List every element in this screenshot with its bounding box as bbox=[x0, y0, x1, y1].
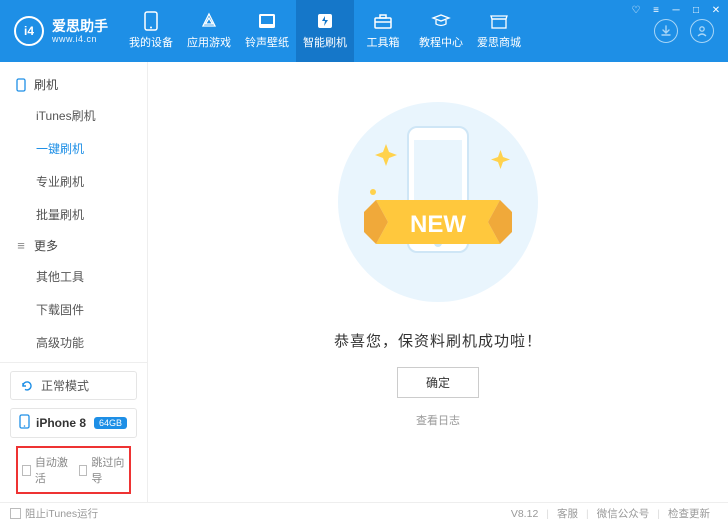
sidebar-item-pro-flash[interactable]: 专业刷机 bbox=[0, 165, 147, 198]
nav-label: 应用游戏 bbox=[187, 34, 231, 50]
sidebar-item-itunes-flash[interactable]: iTunes刷机 bbox=[0, 99, 147, 132]
checkbox-icon bbox=[22, 465, 31, 476]
sidebar-item-other-tools[interactable]: 其他工具 bbox=[0, 260, 147, 293]
wechat-link[interactable]: 微信公众号 bbox=[589, 506, 658, 521]
tutorial-icon bbox=[431, 12, 451, 30]
toolbox-icon bbox=[373, 12, 393, 30]
window-controls: ♡ ≡ ─ □ ✕ bbox=[630, 4, 722, 16]
success-message: 恭喜您，保资料刷机成功啦！ bbox=[334, 330, 542, 351]
view-log-link[interactable]: 查看日志 bbox=[416, 412, 460, 428]
sidebar-item-batch-flash[interactable]: 批量刷机 bbox=[0, 198, 147, 231]
nav-my-device[interactable]: 我的设备 bbox=[122, 0, 180, 62]
nav-apps[interactable]: 应用游戏 bbox=[180, 0, 238, 62]
device-phone-icon bbox=[19, 414, 30, 432]
checkbox-label: 自动激活 bbox=[35, 454, 69, 486]
customer-service-link[interactable]: 客服 bbox=[549, 506, 586, 521]
flash-icon bbox=[315, 12, 335, 30]
nav-tutorials[interactable]: 教程中心 bbox=[412, 0, 470, 62]
nav-label: 教程中心 bbox=[419, 34, 463, 50]
nav-toolbox[interactable]: 工具箱 bbox=[354, 0, 412, 62]
sidebar-group-flash: 刷机 bbox=[0, 70, 147, 99]
nav-ringtones[interactable]: 铃声壁纸 bbox=[238, 0, 296, 62]
refresh-icon bbox=[19, 378, 35, 394]
checkbox-icon bbox=[79, 465, 88, 476]
nav-label: 工具箱 bbox=[367, 34, 400, 50]
device-mode-row[interactable]: 正常模式 bbox=[10, 371, 137, 400]
checkbox-label: 阻止iTunes运行 bbox=[25, 506, 98, 521]
store-icon bbox=[489, 12, 509, 30]
phone-icon bbox=[14, 78, 28, 92]
sidebar: 刷机 iTunes刷机 一键刷机 专业刷机 批量刷机 ≡ 更多 其他工具 下载固… bbox=[0, 62, 148, 502]
version-label: V8.12 bbox=[503, 508, 546, 520]
sidebar-scroll: 刷机 iTunes刷机 一键刷机 专业刷机 批量刷机 ≡ 更多 其他工具 下载固… bbox=[0, 62, 147, 362]
nav-label: 我的设备 bbox=[129, 34, 173, 50]
nav-store[interactable]: 爱思商城 bbox=[470, 0, 528, 62]
maximize-icon[interactable]: □ bbox=[690, 4, 702, 16]
nav-label: 铃声壁纸 bbox=[245, 34, 289, 50]
nav-label: 智能刷机 bbox=[303, 34, 347, 50]
user-button[interactable] bbox=[690, 19, 714, 43]
storage-badge: 64GB bbox=[94, 417, 127, 429]
app-body: 刷机 iTunes刷机 一键刷机 专业刷机 批量刷机 ≡ 更多 其他工具 下载固… bbox=[0, 62, 728, 502]
device-icon bbox=[141, 12, 161, 30]
nav-smart-flash[interactable]: 智能刷机 bbox=[296, 0, 354, 62]
block-itunes-checkbox[interactable]: 阻止iTunes运行 bbox=[10, 506, 98, 521]
device-row[interactable]: iPhone 8 64GB bbox=[10, 408, 137, 438]
sidebar-bottom: 正常模式 iPhone 8 64GB 自动激活 跳过向导 bbox=[0, 362, 147, 502]
top-nav: 我的设备 应用游戏 铃声壁纸 智能刷机 工具箱 教程中心 爱思商城 bbox=[122, 0, 640, 62]
group-label: 刷机 bbox=[34, 76, 58, 93]
device-name: iPhone 8 bbox=[36, 416, 86, 430]
nav-label: 爱思商城 bbox=[477, 34, 521, 50]
close-icon[interactable]: ✕ bbox=[710, 4, 722, 16]
app-header: i4 爱思助手 www.i4.cn 我的设备 应用游戏 铃声壁纸 智能刷机 工具… bbox=[0, 0, 728, 62]
apps-icon bbox=[199, 12, 219, 30]
auto-activate-checkbox[interactable]: 自动激活 bbox=[22, 454, 69, 486]
menu-icon[interactable]: ≡ bbox=[650, 4, 662, 16]
highlighted-options: 自动激活 跳过向导 bbox=[16, 446, 131, 494]
checkbox-label: 跳过向导 bbox=[91, 454, 125, 486]
new-ribbon-text: NEW bbox=[410, 211, 466, 238]
success-illustration: NEW bbox=[328, 92, 548, 312]
more-icon: ≡ bbox=[14, 239, 28, 253]
checkbox-icon bbox=[10, 508, 21, 519]
sidebar-item-oneclick-flash[interactable]: 一键刷机 bbox=[0, 132, 147, 165]
skin-icon[interactable]: ♡ bbox=[630, 4, 642, 16]
confirm-button[interactable]: 确定 bbox=[397, 367, 479, 398]
sidebar-group-more: ≡ 更多 bbox=[0, 231, 147, 260]
group-label: 更多 bbox=[34, 237, 58, 254]
brand-subtitle: www.i4.cn bbox=[52, 34, 108, 44]
sidebar-item-advanced[interactable]: 高级功能 bbox=[0, 326, 147, 359]
brand: i4 爱思助手 www.i4.cn bbox=[0, 0, 122, 62]
skip-guide-checkbox[interactable]: 跳过向导 bbox=[79, 454, 126, 486]
main-panel: NEW 恭喜您，保资料刷机成功啦！ 确定 查看日志 bbox=[148, 62, 728, 502]
brand-text: 爱思助手 www.i4.cn bbox=[52, 18, 108, 44]
check-update-link[interactable]: 检查更新 bbox=[660, 506, 718, 521]
brand-logo-icon: i4 bbox=[14, 16, 44, 46]
download-button[interactable] bbox=[654, 19, 678, 43]
wallpaper-icon bbox=[257, 12, 277, 30]
brand-title: 爱思助手 bbox=[52, 18, 108, 34]
minimize-icon[interactable]: ─ bbox=[670, 4, 682, 16]
sidebar-item-download-firmware[interactable]: 下载固件 bbox=[0, 293, 147, 326]
status-bar: 阻止iTunes运行 V8.12 | 客服 | 微信公众号 | 检查更新 bbox=[0, 502, 728, 524]
mode-label: 正常模式 bbox=[41, 377, 89, 394]
